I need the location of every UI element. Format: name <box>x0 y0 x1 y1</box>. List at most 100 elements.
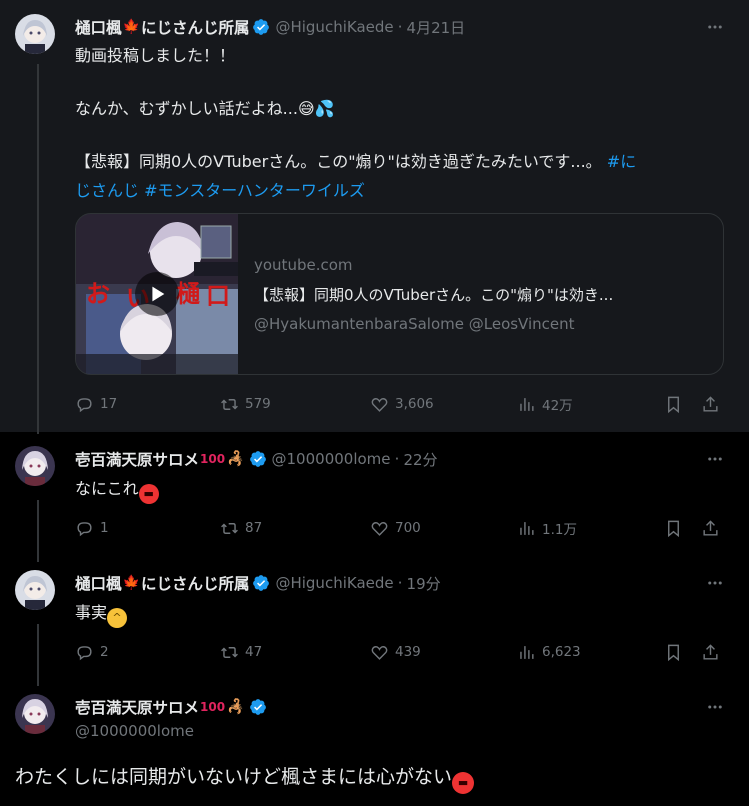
hashtag-link[interactable]: #に <box>607 152 636 171</box>
verified-badge-icon <box>253 575 270 591</box>
bookmark-button[interactable] <box>664 643 683 662</box>
share-button[interactable] <box>701 519 720 538</box>
reply-button[interactable]: 17 <box>75 395 117 414</box>
bookmark-icon <box>668 396 679 413</box>
svg-text:樋: 樋 <box>176 279 200 308</box>
tweet-text: 事実 ^ <box>75 598 719 628</box>
display-name[interactable]: 樋口楓 <box>75 572 122 594</box>
like-icon <box>371 521 388 536</box>
timestamp[interactable]: 22分 <box>403 449 437 470</box>
text-line: なんか、むずかしい話だよね...😅💦 <box>75 99 335 118</box>
retweet-icon <box>221 398 238 410</box>
user-handle[interactable]: @1000000lome <box>75 722 194 740</box>
like-count: 3,606 <box>395 396 434 412</box>
retweet-count: 579 <box>245 396 271 412</box>
text-line: 動画投稿しました！！ <box>75 46 236 65</box>
like-count: 700 <box>395 520 421 536</box>
svg-text:お: お <box>86 279 110 308</box>
bookmark-button[interactable] <box>664 519 683 538</box>
like-button[interactable]: 700 <box>370 519 421 538</box>
tweet-2[interactable]: 壱百満天原サロメ 100 🦂 @1000000lome · 22分 なにこれ ▬ … <box>0 432 749 556</box>
hundred-points-icon: 100 <box>200 700 226 714</box>
views-icon <box>520 645 534 659</box>
views-icon <box>520 397 534 411</box>
views-icon <box>520 521 534 535</box>
views-count: 1.1万 <box>542 522 577 538</box>
focused-tweet-text: わたくしには同期がいないけど楓さまには心がない ▬ <box>15 762 475 794</box>
avatar-higuchi[interactable] <box>15 570 55 610</box>
tweet-header: 壱百満天原サロメ 100 🦂 <box>75 696 267 718</box>
tweet-3[interactable]: 樋口楓 🍁 にじさんじ所属 @HiguchiKaede · 19分 事実 ^ 2 … <box>0 556 749 680</box>
retweet-button[interactable]: 47 <box>220 643 262 662</box>
tweet-text: なにこれ ▬ <box>75 474 719 504</box>
share-button[interactable] <box>701 395 720 414</box>
card-title: 【悲報】同期0人のVTuberさん。この"煽り"は効き... <box>254 286 614 304</box>
play-icon[interactable] <box>135 272 179 316</box>
like-button[interactable]: 439 <box>370 643 421 662</box>
card-info: youtube.com 【悲報】同期0人のVTuberさん。この"煽り"は効き.… <box>254 256 703 333</box>
views-count: 42万 <box>542 398 573 414</box>
avatar-salome[interactable] <box>15 446 55 486</box>
reply-button[interactable]: 2 <box>75 643 109 662</box>
reply-icon <box>77 397 92 412</box>
avatar-higuchi[interactable] <box>15 14 55 54</box>
views-button[interactable]: 1.1万 <box>517 518 577 538</box>
verified-badge-icon <box>249 451 266 467</box>
user-handle[interactable]: @1000000lome <box>272 450 391 468</box>
retweet-icon <box>221 522 238 534</box>
card-domain: youtube.com <box>254 256 353 274</box>
hashtag-link[interactable]: #モンスターハンターワイルズ <box>144 181 365 200</box>
video-thumbnail[interactable]: お い 樋 口 <box>76 214 238 374</box>
separator-dot: · <box>394 450 400 468</box>
display-name[interactable]: 樋口楓 <box>75 16 122 38</box>
verified-badge-icon <box>253 19 270 35</box>
more-icon[interactable] <box>705 573 725 593</box>
like-count: 439 <box>395 644 421 660</box>
like-icon <box>371 397 388 412</box>
action-bar: 1 87 700 1.1万 <box>75 517 725 539</box>
link-card[interactable]: お い 樋 口 youtube.com 【悲報】同期0人のVTuberさん。この… <box>75 213 724 375</box>
action-bar: 2 47 439 6,623 <box>75 641 725 663</box>
user-handle[interactable]: @HiguchiKaede <box>275 574 393 592</box>
display-name[interactable]: 壱百満天原サロメ <box>75 696 199 718</box>
retweet-count: 87 <box>245 520 263 536</box>
more-icon[interactable] <box>705 697 725 717</box>
display-name-suffix[interactable]: にじさんじ所属 <box>141 16 250 38</box>
tweet-header: 壱百満天原サロメ 100 🦂 @1000000lome · 22分 <box>75 448 438 470</box>
text-line: じさんじ #モンスターハンターワイルズ <box>75 176 719 205</box>
user-handle[interactable]: @HiguchiKaede <box>275 18 393 36</box>
retweet-icon <box>221 646 238 658</box>
views-button[interactable]: 6,623 <box>517 643 581 662</box>
separator-dot: · <box>397 18 403 36</box>
timestamp[interactable]: 4月21日 <box>407 17 466 38</box>
more-icon[interactable] <box>705 449 725 469</box>
retweet-button[interactable]: 579 <box>220 395 271 414</box>
display-name-suffix[interactable]: にじさんじ所属 <box>141 572 250 594</box>
share-button[interactable] <box>701 643 720 662</box>
reply-count: 2 <box>100 644 109 660</box>
text-line: 【悲報】同期0人のVTuberさん。この"煽り"は効き過ぎたみたいです...。 … <box>75 152 637 171</box>
reply-icon <box>77 521 92 536</box>
card-subtitle: @HyakumantenbaraSalome @LeosVincent <box>254 315 575 333</box>
retweet-button[interactable]: 87 <box>220 519 262 538</box>
views-count: 6,623 <box>542 644 581 660</box>
more-icon[interactable] <box>705 17 725 37</box>
sweat-smile-icon: ^ <box>107 608 128 628</box>
share-icon <box>703 643 718 660</box>
hashtag-link[interactable]: じさんじ <box>75 181 139 200</box>
views-button[interactable]: 42万 <box>517 394 573 414</box>
like-icon <box>371 645 388 660</box>
avatar-salome[interactable] <box>15 694 55 734</box>
angry-face-icon: ▬ <box>452 772 475 794</box>
tweet-1[interactable]: 樋口楓 🍁 にじさんじ所属 @HiguchiKaede · 4月21日 動画投稿… <box>0 0 749 432</box>
display-name[interactable]: 壱百満天原サロメ <box>75 448 199 470</box>
bookmark-icon <box>668 644 679 661</box>
scorpion-icon: 🦂 <box>227 451 245 467</box>
reply-button[interactable]: 1 <box>75 519 109 538</box>
timestamp[interactable]: 19分 <box>407 573 441 594</box>
reply-count: 17 <box>100 396 118 412</box>
like-button[interactable]: 3,606 <box>370 395 434 414</box>
bookmark-button[interactable] <box>664 395 683 414</box>
tweet-header: 樋口楓 🍁 にじさんじ所属 @HiguchiKaede · 19分 <box>75 572 441 594</box>
maple-leaf-icon: 🍁 <box>122 575 140 591</box>
